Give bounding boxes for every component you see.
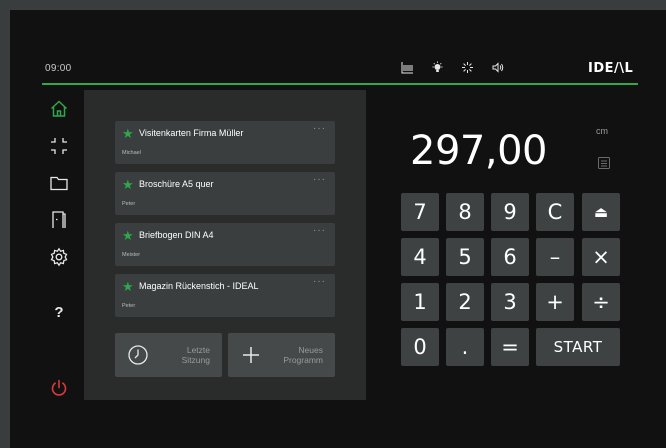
key-clear[interactable]: C — [536, 193, 574, 231]
light-icon[interactable] — [430, 60, 444, 74]
program-user: Peter — [122, 303, 136, 309]
key-plus[interactable]: + — [536, 283, 574, 321]
home-icon[interactable] — [46, 96, 72, 122]
favorite-star-icon[interactable]: ★ — [122, 126, 134, 142]
program-user: Michael — [122, 150, 141, 156]
gear-icon[interactable] — [46, 244, 72, 270]
status-icons — [400, 60, 504, 74]
last-session-label: Letzte Sitzung — [181, 345, 210, 365]
favorite-star-icon[interactable]: ★ — [122, 177, 134, 193]
favorite-star-icon[interactable]: ★ — [122, 279, 134, 295]
key-divide[interactable]: ÷ — [582, 283, 620, 321]
program-user: Meister — [122, 252, 141, 258]
more-icon[interactable]: ··· — [313, 123, 326, 134]
program-user: Peter — [122, 201, 136, 207]
sound-icon[interactable] — [490, 60, 504, 74]
key-3[interactable]: 3 — [491, 283, 529, 321]
header-divider — [42, 83, 638, 85]
brightness-icon[interactable] — [460, 60, 474, 74]
new-program-label: Neues Programm — [283, 345, 323, 365]
program-card[interactable]: ★ Magazin Rückenstich - IDEAL Peter ··· — [115, 274, 335, 317]
key-eject[interactable]: ⏏ — [582, 193, 620, 231]
key-0[interactable]: 0 — [401, 328, 439, 366]
program-card[interactable]: ★ Briefbogen DIN A4 Meister ··· — [115, 223, 335, 266]
key-6[interactable]: 6 — [491, 238, 529, 276]
program-panel: ★ Visitenkarten Firma Müller Michael ···… — [84, 90, 366, 400]
last-session-button[interactable]: Letzte Sitzung — [115, 333, 222, 377]
key-4[interactable]: 4 — [401, 238, 439, 276]
key-equals[interactable]: = — [491, 328, 529, 366]
folder-icon[interactable] — [46, 170, 72, 196]
key-decimal[interactable]: . — [446, 328, 484, 366]
program-title: Magazin Rückenstich - IDEAL — [139, 281, 259, 291]
more-icon[interactable]: ··· — [313, 174, 326, 185]
more-icon[interactable]: ··· — [313, 276, 326, 287]
calculator-icon[interactable] — [598, 156, 610, 169]
measurement-display: 297,00 — [410, 128, 547, 174]
stack-icon[interactable] — [400, 60, 414, 74]
help-icon[interactable]: ? — [46, 299, 72, 325]
power-icon[interactable] — [46, 375, 72, 401]
program-card[interactable]: ★ Visitenkarten Firma Müller Michael ··· — [115, 121, 335, 164]
program-title: Visitenkarten Firma Müller — [139, 128, 244, 138]
key-5[interactable]: 5 — [446, 238, 484, 276]
more-icon[interactable]: ··· — [313, 225, 326, 236]
key-9[interactable]: 9 — [491, 193, 529, 231]
new-program-button[interactable]: Neues Programm — [228, 333, 335, 377]
clock: 09:00 — [45, 63, 72, 74]
key-minus[interactable]: – — [536, 238, 574, 276]
program-card[interactable]: ★ Broschüre A5 quer Peter ··· — [115, 172, 335, 215]
key-2[interactable]: 2 — [446, 283, 484, 321]
touch-screen: 09:00 IDE/\L ? ★ Visitenkarten Firma Mül… — [10, 10, 666, 448]
unit-label: cm — [596, 126, 608, 136]
program-title: Broschüre A5 quer — [139, 179, 214, 189]
start-button[interactable]: START — [536, 328, 620, 366]
key-7[interactable]: 7 — [401, 193, 439, 231]
focus-icon[interactable] — [46, 133, 72, 159]
plus-icon — [240, 344, 262, 366]
key-multiply[interactable]: × — [582, 238, 620, 276]
program-title: Briefbogen DIN A4 — [139, 230, 214, 240]
clock-icon — [127, 344, 149, 366]
key-1[interactable]: 1 — [401, 283, 439, 321]
brand-logo: IDE/\L — [588, 61, 634, 76]
favorite-star-icon[interactable]: ★ — [122, 228, 134, 244]
door-icon[interactable] — [46, 207, 72, 233]
key-8[interactable]: 8 — [446, 193, 484, 231]
